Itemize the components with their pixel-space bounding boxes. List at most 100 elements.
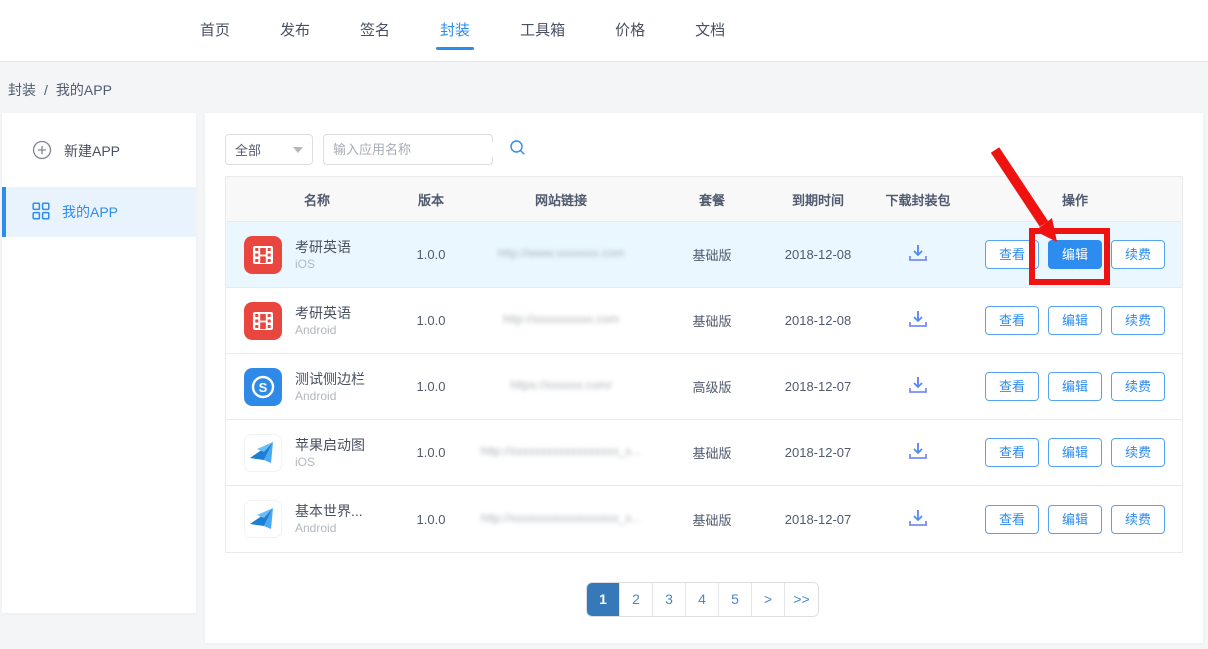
renew-button[interactable]: 续费	[1111, 306, 1165, 335]
nav-item-price[interactable]: 价格	[615, 0, 645, 62]
table-row: 苹果启动图 iOS 1.0.0 http://xxxxxxxxxxxxxxxxx…	[226, 420, 1182, 486]
app-name: 苹果启动图	[295, 436, 365, 454]
app-expiry: 2018-12-07	[768, 512, 868, 527]
app-expiry: 2018-12-07	[768, 379, 868, 394]
edit-button[interactable]: 编辑	[1048, 306, 1102, 335]
sidebar-item-new-app[interactable]: 新建APP	[2, 129, 196, 173]
view-button[interactable]: 查看	[985, 438, 1039, 467]
app-plan: 基础版	[656, 311, 768, 330]
edit-button[interactable]: 编辑	[1048, 438, 1102, 467]
table-row: 考研英语 iOS 1.0.0 http://www.xxxxxxx.com 基础…	[226, 222, 1182, 288]
app-platform: Android	[295, 388, 365, 404]
download-icon[interactable]	[906, 507, 930, 532]
search-box	[323, 134, 493, 165]
nav-item-toolbox[interactable]: 工具箱	[520, 0, 565, 62]
app-name-cell: 苹果启动图 iOS	[226, 434, 396, 472]
table-row: 考研英语 Android 1.0.0 http://xxxxxxxxxx.com…	[226, 288, 1182, 354]
download-icon[interactable]	[906, 440, 930, 465]
main-content: 全部 名称 版本 网站链接 套餐 到期时间 下载封装包 操作 考研英语	[205, 113, 1203, 643]
app-plan: 基础版	[656, 510, 768, 529]
app-url-masked: http://www.xxxxxxx.com	[498, 246, 625, 260]
app-url-masked: http://xxxxxxxxxxxxxxxxxx_x...	[481, 444, 642, 458]
view-button[interactable]: 查看	[985, 372, 1039, 401]
col-name: 名称	[226, 190, 396, 209]
col-version: 版本	[396, 190, 466, 209]
app-name: 考研英语	[295, 304, 351, 322]
breadcrumb-separator: /	[44, 82, 48, 98]
breadcrumb-my-app: 我的APP	[56, 80, 112, 100]
film-app-icon	[244, 302, 282, 340]
nav-item-package[interactable]: 封装	[440, 0, 470, 62]
page-5[interactable]: 5	[719, 583, 752, 616]
view-button[interactable]: 查看	[985, 505, 1039, 534]
view-button[interactable]: 查看	[985, 306, 1039, 335]
app-platform: iOS	[295, 256, 351, 272]
top-nav: 首页 发布 签名 封装 工具箱 价格 文档	[0, 0, 1208, 62]
app-version: 1.0.0	[396, 445, 466, 460]
search-icon[interactable]	[509, 139, 526, 161]
sidebar: 新建APP 我的APP	[2, 113, 196, 613]
filter-dropdown[interactable]: 全部	[225, 134, 313, 165]
download-icon[interactable]	[906, 374, 930, 399]
app-version: 1.0.0	[396, 512, 466, 527]
col-plan: 套餐	[656, 190, 768, 209]
page-4[interactable]: 4	[686, 583, 719, 616]
app-plan: 基础版	[656, 443, 768, 462]
col-expiry: 到期时间	[768, 190, 868, 209]
page-3[interactable]: 3	[653, 583, 686, 616]
app-url-masked: http://xxxxxxxxxx.com	[503, 312, 619, 326]
page-next[interactable]: >	[752, 583, 785, 616]
sidebar-item-label: 我的APP	[62, 202, 118, 222]
toolbar: 全部	[225, 134, 493, 165]
page-2[interactable]: 2	[620, 583, 653, 616]
app-platform: Android	[295, 520, 363, 536]
edit-button[interactable]: 编辑	[1048, 372, 1102, 401]
svg-text:S: S	[259, 380, 268, 395]
app-table: 名称 版本 网站链接 套餐 到期时间 下载封装包 操作 考研英语 iOS 1.0…	[225, 176, 1183, 553]
chevron-down-icon	[293, 147, 303, 153]
sidebar-item-my-app[interactable]: 我的APP	[2, 187, 196, 237]
col-actions: 操作	[968, 190, 1182, 209]
pagination: 1 2 3 4 5 > >>	[586, 582, 819, 617]
table-row: S 测试侧边栏 Android 1.0.0 https://xxxxxx.com…	[226, 354, 1182, 420]
app-plan: 基础版	[656, 245, 768, 264]
breadcrumb: 封装 / 我的APP	[8, 80, 112, 100]
app-platform: iOS	[295, 454, 365, 470]
app-name-cell: 考研英语 Android	[226, 302, 396, 340]
app-name: 考研英语	[295, 238, 351, 256]
nav-item-publish[interactable]: 发布	[280, 0, 310, 62]
edit-button[interactable]: 编辑	[1048, 505, 1102, 534]
search-input[interactable]	[333, 142, 509, 157]
renew-button[interactable]: 续费	[1111, 505, 1165, 534]
app-version: 1.0.0	[396, 247, 466, 262]
page-last[interactable]: >>	[785, 583, 818, 616]
app-url-masked: http://xxxxxxxxxxxxxxxxxx_x...	[481, 511, 642, 525]
page-1[interactable]: 1	[587, 583, 620, 616]
s-compass-app-icon: S	[244, 368, 282, 406]
filter-value: 全部	[235, 140, 261, 159]
origami-bird-app-icon	[244, 434, 282, 472]
nav-item-sign[interactable]: 签名	[360, 0, 390, 62]
app-name-cell: S 测试侧边栏 Android	[226, 368, 396, 406]
table-header: 名称 版本 网站链接 套餐 到期时间 下载封装包 操作	[226, 177, 1182, 222]
breadcrumb-package[interactable]: 封装	[8, 80, 36, 100]
edit-button[interactable]: 编辑	[1048, 240, 1102, 269]
app-plan: 高级版	[656, 377, 768, 396]
renew-button[interactable]: 续费	[1111, 438, 1165, 467]
nav-item-docs[interactable]: 文档	[695, 0, 725, 62]
app-version: 1.0.0	[396, 379, 466, 394]
nav-item-home[interactable]: 首页	[200, 0, 230, 62]
app-name-cell: 考研英语 iOS	[226, 236, 396, 274]
film-app-icon	[244, 236, 282, 274]
app-url-masked: https://xxxxxx.com/	[510, 378, 611, 392]
grid-icon	[32, 202, 50, 223]
col-download: 下载封装包	[868, 190, 968, 209]
app-expiry: 2018-12-08	[768, 247, 868, 262]
table-row: 基本世界... Android 1.0.0 http://xxxxxxxxxxx…	[226, 486, 1182, 552]
renew-button[interactable]: 续费	[1111, 240, 1165, 269]
download-icon[interactable]	[906, 242, 930, 267]
download-icon[interactable]	[906, 308, 930, 333]
renew-button[interactable]: 续费	[1111, 372, 1165, 401]
view-button[interactable]: 查看	[985, 240, 1039, 269]
app-expiry: 2018-12-07	[768, 445, 868, 460]
